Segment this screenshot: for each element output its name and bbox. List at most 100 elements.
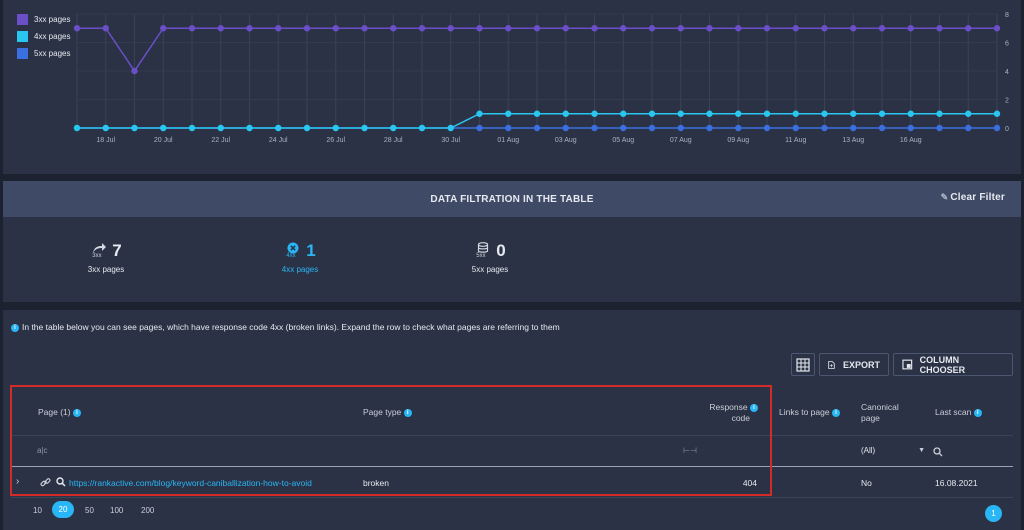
data-point[interactable] (275, 25, 282, 32)
data-point[interactable] (850, 25, 857, 32)
data-point[interactable] (965, 110, 972, 117)
legend-item-3xx[interactable]: 3xx pages (17, 14, 70, 25)
data-point[interactable] (936, 110, 943, 117)
column-chooser-button[interactable]: COLUMN CHOOSER (893, 353, 1013, 376)
data-point[interactable] (792, 124, 799, 132)
data-point[interactable] (878, 110, 886, 117)
data-point[interactable] (131, 124, 138, 132)
data-point[interactable] (821, 110, 828, 117)
data-point[interactable] (418, 25, 426, 32)
data-point[interactable] (246, 25, 253, 32)
data-point[interactable] (706, 110, 713, 117)
data-point[interactable] (907, 25, 914, 32)
data-point[interactable] (763, 124, 771, 132)
data-point[interactable] (303, 25, 311, 32)
data-point[interactable] (303, 124, 311, 132)
data-point[interactable] (562, 110, 569, 117)
row-url-link[interactable]: https://rankactive.com/blog/keyword-cani… (69, 478, 312, 488)
data-point[interactable] (447, 124, 454, 132)
data-point[interactable] (390, 124, 397, 132)
data-point[interactable] (850, 124, 857, 132)
data-point[interactable] (160, 25, 167, 32)
data-point[interactable] (965, 25, 972, 32)
search-page-icon[interactable] (56, 477, 66, 487)
current-page-button[interactable]: 1 (985, 505, 1002, 522)
data-point[interactable] (936, 124, 943, 132)
data-point[interactable] (476, 124, 483, 132)
data-point[interactable] (792, 25, 799, 32)
data-point[interactable] (361, 124, 368, 132)
stat-5xx[interactable]: 5xx 0 5xx pages (445, 241, 535, 274)
data-point[interactable] (533, 124, 541, 132)
page-size-100[interactable]: 100 (110, 506, 123, 515)
data-point[interactable] (476, 110, 483, 117)
export-button[interactable]: EXPORT (819, 353, 889, 376)
search-icon[interactable] (933, 447, 943, 457)
data-point[interactable] (217, 124, 224, 132)
data-point[interactable] (505, 110, 512, 117)
data-point[interactable] (907, 124, 914, 132)
grid-settings-button[interactable] (791, 353, 815, 376)
data-point[interactable] (246, 124, 253, 132)
data-point[interactable] (217, 25, 224, 32)
column-header-canonical[interactable]: Canonical page (861, 402, 899, 424)
data-point[interactable] (447, 25, 454, 32)
data-point[interactable] (878, 124, 886, 132)
page-size-200[interactable]: 200 (141, 506, 154, 515)
data-point[interactable] (361, 25, 368, 32)
data-point[interactable] (965, 124, 972, 132)
table-row[interactable]: › https://rankactive.com/blog/keyword-ca… (11, 468, 1013, 498)
data-point[interactable] (620, 124, 627, 132)
data-point[interactable] (102, 25, 109, 32)
data-point[interactable] (850, 110, 857, 117)
data-point[interactable] (677, 110, 684, 117)
data-point[interactable] (505, 25, 512, 32)
data-point[interactable] (476, 25, 483, 32)
data-point[interactable] (160, 124, 167, 132)
data-point[interactable] (332, 25, 339, 32)
clear-filter-button[interactable]: ✎ Clear Filter (941, 192, 1005, 203)
data-point[interactable] (73, 25, 81, 32)
data-point[interactable] (936, 25, 943, 32)
data-point[interactable] (763, 110, 771, 117)
data-point[interactable] (562, 25, 569, 32)
data-point[interactable] (763, 25, 771, 32)
data-point[interactable] (821, 25, 828, 32)
data-point[interactable] (533, 110, 541, 117)
data-point[interactable] (620, 25, 627, 32)
data-point[interactable] (648, 110, 656, 117)
data-point[interactable] (188, 25, 196, 32)
link-icon[interactable] (40, 477, 51, 488)
data-point[interactable] (735, 110, 742, 117)
data-point[interactable] (706, 25, 713, 32)
legend-item-5xx[interactable]: 5xx pages (17, 48, 70, 59)
data-point[interactable] (505, 124, 512, 132)
data-point[interactable] (792, 110, 799, 117)
data-point[interactable] (677, 124, 684, 132)
range-filter-icon[interactable]: ⊢⊣ (683, 446, 697, 455)
data-point[interactable] (706, 124, 713, 132)
data-point[interactable] (591, 110, 598, 117)
data-point[interactable] (993, 110, 1001, 117)
data-point[interactable] (648, 124, 656, 132)
data-point[interactable] (73, 124, 81, 132)
data-point[interactable] (993, 124, 1001, 132)
stat-3xx[interactable]: 3xx 7 3xx pages (61, 241, 151, 274)
data-point[interactable] (821, 124, 828, 132)
data-point[interactable] (620, 110, 627, 117)
data-point[interactable] (735, 124, 742, 132)
data-point[interactable] (648, 25, 656, 32)
page-size-50[interactable]: 50 (85, 506, 94, 515)
data-point[interactable] (591, 124, 598, 132)
data-point[interactable] (390, 25, 397, 32)
expand-row-icon[interactable]: › (16, 476, 19, 487)
column-header-page[interactable]: Page (1) i (38, 407, 84, 417)
page-size-20[interactable]: 20 (52, 501, 74, 518)
data-point[interactable] (562, 124, 569, 132)
column-header-last-scan[interactable]: Last scan i (935, 407, 985, 417)
data-point[interactable] (102, 124, 109, 132)
data-point[interactable] (591, 25, 598, 32)
data-point[interactable] (907, 110, 914, 117)
data-point[interactable] (878, 25, 886, 32)
data-point[interactable] (188, 124, 196, 132)
